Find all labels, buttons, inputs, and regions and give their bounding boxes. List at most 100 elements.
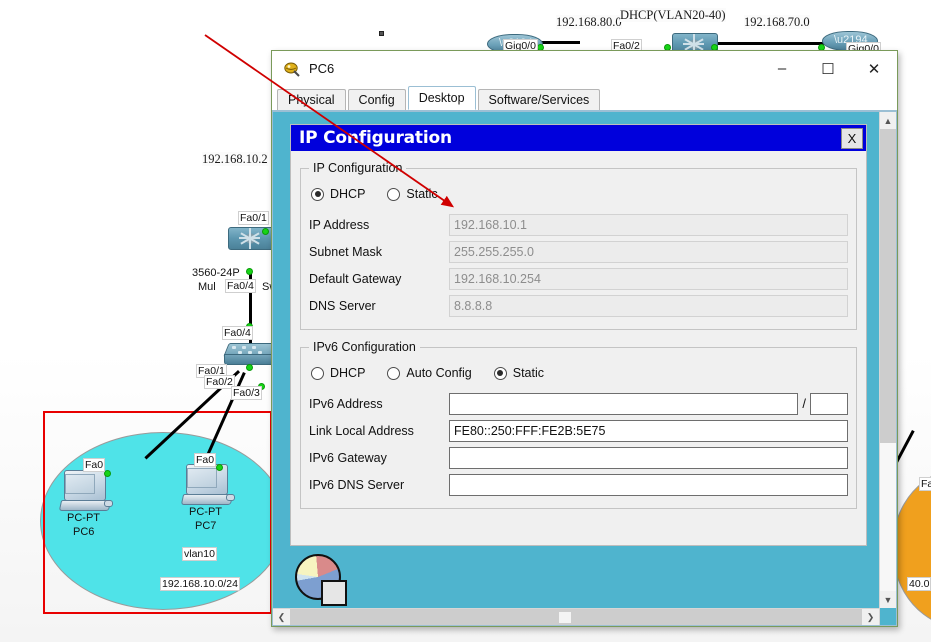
ipv4-radio-label-static[interactable]: Static	[406, 187, 437, 201]
network-label: DHCP(VLAN20-40)	[620, 8, 726, 22]
device-label: PC7	[195, 520, 217, 532]
default-gateway-label: Default Gateway	[309, 271, 402, 286]
subnet-mask-input: 255.255.255.0	[449, 240, 848, 263]
multilayer-switch-3560-icon[interactable]	[228, 222, 274, 256]
port-label: Fa0	[83, 458, 106, 472]
window-title: PC6	[309, 61, 335, 76]
v-scroll-thumb[interactable]	[880, 129, 896, 444]
workspace-marker-dot	[379, 31, 384, 36]
scroll-up-button[interactable]: ▲	[880, 112, 896, 129]
ipv4-radio-static[interactable]	[387, 187, 401, 201]
network-label: 192.168.80.0	[556, 15, 622, 29]
device-label: 3560-24P	[192, 267, 240, 279]
pt-device-icon	[283, 60, 301, 78]
ipv6-radio-dhcp[interactable]	[311, 366, 324, 380]
ip-address-label: IP Address	[309, 217, 370, 232]
ipv4-radio-label-dhcp[interactable]: DHCP	[330, 187, 365, 201]
port-label: Fa0	[194, 453, 217, 467]
ipv6-radio-auto-config[interactable]	[387, 366, 401, 380]
tab-label: Config	[358, 93, 395, 107]
window-titlebar[interactable]: PC6 – ☐ ✕	[272, 51, 897, 87]
ipv4-radio-dhcp[interactable]	[311, 187, 324, 201]
v-scroll-track[interactable]	[880, 129, 896, 591]
ip-address-row: IP Address 192.168.10.1	[309, 211, 848, 238]
link-led	[262, 228, 269, 235]
pc7-device-icon[interactable]	[180, 464, 238, 510]
tab-label: Desktop	[418, 91, 465, 105]
zone-label: 40.0	[907, 577, 931, 591]
link-led	[246, 268, 253, 275]
horizontal-scrollbar[interactable]: ❮ ❯	[273, 608, 879, 625]
ipv4-configuration-group: IP Configuration DHCP Static IP Address 19…	[300, 161, 857, 330]
desktop-scroll-area[interactable]: IP Configuration X IP Configuration DHCP…	[273, 112, 879, 625]
minimize-button[interactable]: –	[759, 51, 805, 87]
dns-server-label: DNS Server	[309, 298, 376, 313]
port-label: Fa	[919, 477, 931, 491]
ipv4-mode-radio-group[interactable]: DHCP Static	[311, 183, 848, 205]
tab-label: Software/Services	[488, 93, 590, 107]
zone-label: 192.168.10.0/24	[160, 577, 240, 591]
scroll-down-button[interactable]: ▼	[880, 591, 896, 608]
link-led	[246, 364, 253, 371]
maximize-button[interactable]: ☐	[805, 51, 851, 87]
tab-config[interactable]: Config	[347, 89, 406, 110]
subnet-mask-label: Subnet Mask	[309, 244, 382, 259]
tab-physical[interactable]: Physical	[277, 89, 346, 110]
ipv6-radio-label-auto-config[interactable]: Auto Config	[406, 366, 471, 380]
ipv6-dns-server-input[interactable]	[449, 473, 848, 496]
device-tabs[interactable]: Physical Config Desktop Software/Services	[272, 86, 897, 111]
network-label: 192.168.10.2	[202, 152, 268, 166]
tab-software-services[interactable]: Software/Services	[477, 89, 601, 110]
pie-chart-report-icon[interactable]	[293, 552, 355, 614]
port-label: Fa0/4	[225, 279, 256, 293]
pc6-device-window[interactable]: PC6 – ☐ ✕ Physical Config Desktop Software/…	[271, 50, 898, 627]
document-glyph	[321, 580, 347, 606]
app-close-button[interactable]: X	[841, 127, 863, 149]
link-led	[216, 464, 223, 471]
vertical-scrollbar[interactable]: ▲ ▼	[879, 112, 896, 625]
ipv6-mode-radio-group[interactable]: DHCP Auto Config Static	[311, 362, 848, 384]
ip-address-input: 192.168.10.1	[449, 213, 848, 236]
dns-server-row: DNS Server 8.8.8.8	[309, 292, 848, 319]
port-label: Fa0/4	[222, 326, 253, 340]
network-label: 192.168.70.0	[744, 15, 810, 29]
subnet-mask-row: Subnet Mask 255.255.255.0	[309, 238, 848, 265]
ipv6-gateway-label: IPv6 Gateway	[309, 450, 387, 465]
close-button[interactable]: ✕	[851, 51, 897, 87]
scroll-right-button[interactable]: ❯	[862, 608, 879, 625]
link-local-address-row: Link Local Address FE80::250:FFF:FE2B:5E7…	[309, 417, 848, 444]
app-titlebar: IP Configuration X	[291, 125, 866, 151]
ipv4-group-legend: IP Configuration	[313, 161, 403, 175]
port-label: Fa0/3	[231, 386, 262, 400]
ipv6-address-row: IPv6 Address /	[309, 390, 848, 417]
device-label: PC-PT	[189, 506, 222, 518]
device-label: Mul	[198, 281, 216, 293]
ipv6-address-input[interactable]	[449, 392, 799, 415]
ipv6-group-legend: IPv6 Configuration	[313, 340, 416, 354]
ipv6-dns-server-row: IPv6 DNS Server	[309, 471, 848, 498]
ipv6-prefix-input[interactable]	[810, 392, 848, 415]
ipv6-field-list: Link Local Address FE80::250:FFF:FE2B:5E7…	[309, 417, 848, 498]
link-local-address-label: Link Local Address	[309, 423, 414, 438]
scroll-corner	[880, 608, 896, 625]
h-scroll-track[interactable]	[290, 608, 862, 625]
link-local-address-input[interactable]: FE80::250:FFF:FE2B:5E75	[449, 419, 848, 442]
h-scroll-thumb[interactable]	[558, 611, 571, 623]
default-gateway-row: Default Gateway 192.168.10.254	[309, 265, 848, 292]
desktop-tab-content[interactable]: IP Configuration X IP Configuration DHCP…	[272, 111, 897, 626]
ipv6-radio-static[interactable]	[493, 366, 507, 380]
prefix-separator: /	[802, 396, 806, 411]
ipv6-gateway-input[interactable]	[449, 446, 848, 469]
device-label: PC-PT	[67, 512, 100, 524]
ip-configuration-app[interactable]: IP Configuration X IP Configuration DHCP…	[290, 124, 867, 546]
window-controls: – ☐ ✕	[759, 51, 897, 87]
zone-label: vlan10	[182, 547, 217, 561]
dns-server-input: 8.8.8.8	[449, 294, 848, 317]
scroll-left-button[interactable]: ❮	[273, 608, 290, 625]
ipv6-configuration-group: IPv6 Configuration DHCP Auto Config Static…	[300, 340, 857, 509]
ipv6-radio-label-static[interactable]: Static	[513, 366, 544, 380]
ipv6-radio-label-dhcp[interactable]: DHCP	[330, 366, 365, 380]
default-gateway-input: 192.168.10.254	[449, 267, 848, 290]
tab-desktop[interactable]: Desktop	[407, 86, 476, 110]
ipv6-address-label: IPv6 Address	[309, 396, 383, 411]
